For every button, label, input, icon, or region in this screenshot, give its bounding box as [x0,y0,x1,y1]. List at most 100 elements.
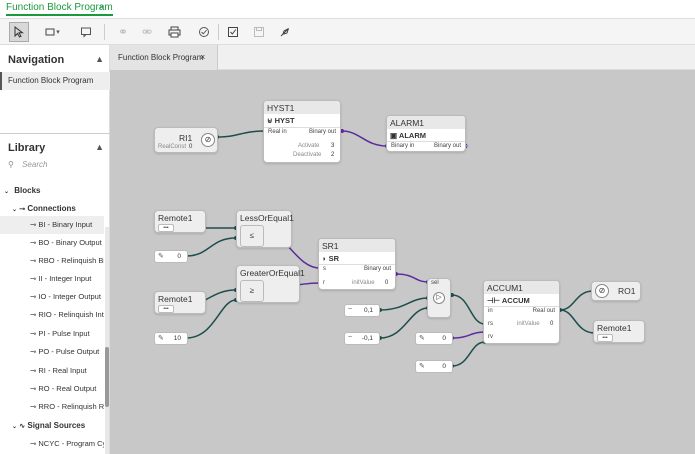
ri1-value[interactable]: 0 [189,144,192,150]
real-output-icon: ⊘ [595,284,609,298]
accum-out-label: Real out [532,308,555,314]
constant-block[interactable]: ✎ 10 [154,332,188,345]
tree-item-label: RRO - Relinquish Re [38,402,104,411]
accum-rv-label: rv [488,334,493,340]
block-title: RO1 [618,286,636,296]
constant-value[interactable]: 0 [442,363,446,370]
tree-item-ri[interactable]: ⊸ RI - Real Input [0,362,104,380]
constant-value[interactable]: 0 [177,253,181,260]
hyst-deactivate-value[interactable]: 2 [331,152,334,158]
chevron-down-icon: ⌄ [12,424,18,430]
chevron-up-icon[interactable]: ▲ [95,142,104,152]
sr-type: ◗ SR [322,254,339,263]
navigation-header[interactable]: Navigation ▲ [0,49,110,71]
wire-hyst-alarm [341,130,388,147]
block-remote1[interactable]: Remote1 ••• [593,320,645,343]
constant-value[interactable]: 0,1 [364,307,373,314]
tree-item-label: PO - Pulse Output [38,347,100,356]
comment-icon[interactable] [76,22,96,42]
link-icon[interactable]: ⚭ [113,22,133,42]
app-tab-close-icon[interactable]: × [99,2,104,12]
block-remote1[interactable]: Remote1 ••• [154,291,206,314]
connection-icon: ⊸ [19,206,26,213]
hyst-type: ⊎ HYST [267,116,295,125]
tree-item-bo[interactable]: ⊸ BO - Binary Output [0,234,104,252]
block-ri1[interactable]: RI1 RealConst 0 ⊘ [154,127,218,153]
block-title: HYST1 [264,101,340,114]
constant-value[interactable]: 10 [174,335,181,342]
app-tab-function-block-program[interactable]: Function Block Program [6,2,113,16]
chevron-down-icon[interactable]: ▾ [52,22,64,42]
unlink-icon[interactable]: ⚮ [137,22,157,42]
search-placeholder: Search [22,160,48,169]
tree-item-ncyc[interactable]: ⊸ NCYC - Program Cyc [0,435,104,453]
block-title: Remote1 [158,213,193,223]
constant-block[interactable]: ~ -0,1 [344,332,380,345]
tree-item-label: BI - Binary Input [38,220,93,229]
tree-item-label: RIO - Relinquish Inte [38,310,104,319]
close-icon[interactable]: × [200,52,205,62]
block-accum1[interactable]: ACCUM1 ⊣⊢ ACCUM in Real out rs initValue… [483,280,560,344]
pencil-icon: ✎ [419,363,425,370]
block-sel[interactable]: sel ▷ [427,278,451,318]
block-title: SR1 [319,239,395,252]
tree-blocks[interactable]: ⌄ Blocks [0,182,104,200]
tree-item-label: RBO - Relinquish Bin [38,256,104,265]
sr-init-value[interactable]: 0 [385,280,388,286]
accum-init-value[interactable]: 0 [550,321,553,327]
tree-item-bi[interactable]: ⊸ BI - Binary Input [0,216,104,234]
tab-function-block-program[interactable]: Function Block Program × [110,45,218,70]
block-title: ACCUM1 [484,281,559,294]
tree-item-ii[interactable]: ⊸ II - Integer Input [0,270,104,288]
nav-item-function-block-program[interactable]: Function Block Program [0,72,110,90]
block-sr1[interactable]: SR1 ◗ SR s Binary out r initValue 0 [318,238,396,290]
block-hyst1[interactable]: HYST1 ⊎ HYST Real in Binary out Activate… [263,100,341,163]
tree-item-io[interactable]: ⊸ IO - Integer Output [0,288,104,306]
divider [484,306,559,307]
block-alarm1[interactable]: ALARM1 ▣ ALARM Binary in Binary out [386,115,466,152]
more-icon[interactable]: ••• [158,305,174,313]
hyst-activate-value[interactable]: 3 [331,143,334,149]
more-icon[interactable]: ••• [597,334,613,342]
diagram-canvas[interactable]: RI1 RealConst 0 ⊘ HYST1 ⊎ HYST Real in B… [110,70,695,454]
check-icon[interactable] [223,22,243,42]
library-header[interactable]: Library ▲ [0,137,110,159]
select-icon[interactable] [9,22,29,42]
tree-item-rbo[interactable]: ⊸ RBO - Relinquish Bin [0,252,104,270]
chevron-up-icon[interactable]: ▲ [95,54,104,64]
toolbar-divider [218,24,219,40]
constant-block[interactable]: ✎ 0 [154,250,188,263]
deploy-icon[interactable] [275,22,295,42]
sidebar-scrollbar[interactable] [105,227,109,454]
tree-item-ro[interactable]: ⊸ RO - Real Output [0,380,104,398]
scrollbar-thumb[interactable] [105,347,109,407]
save-icon[interactable] [249,22,269,42]
block-greaterorequal1[interactable]: GreaterOrEqual1 ≥ [236,265,305,303]
tree-signal-sources[interactable]: ⌄ ∿ Signal Sources [0,417,104,435]
block-lessorequal1[interactable]: LessOrEqual1 ≤ [236,210,294,248]
accum-in-label: in [488,308,493,314]
hyst-deactivate-label: Deactivate [293,152,322,158]
block-remote1[interactable]: Remote1 ••• [154,210,206,233]
tree-item-pi[interactable]: ⊸ PI - Pulse Input [0,325,104,343]
print-icon[interactable] [164,22,184,42]
validate-icon[interactable] [194,22,214,42]
tree-item-po[interactable]: ⊸ PO - Pulse Output [0,343,104,361]
sr-s-label: s [323,266,326,272]
tree-item-label: PI - Pulse Input [38,329,90,338]
constant-value[interactable]: -0,1 [362,335,373,342]
wire-accum-remote [559,309,596,334]
nav-item-label: Function Block Program [8,76,94,85]
constant-value[interactable]: 0 [442,335,446,342]
section-divider [0,133,110,134]
library-search-input[interactable]: ⚲ Search [8,160,103,176]
tree-item-rro[interactable]: ⊸ RRO - Relinquish Re [0,398,104,416]
constant-block[interactable]: ~ 0,1 [344,304,380,317]
constant-block[interactable]: ✎ 0 [415,360,453,373]
tree-connections-label: Connections [27,204,76,213]
wire-accum-ro1 [559,290,594,311]
block-ro1[interactable]: ⊘ RO1 [591,281,641,301]
more-icon[interactable]: ••• [158,224,174,232]
tree-item-rio[interactable]: ⊸ RIO - Relinquish Inte [0,306,104,324]
constant-block[interactable]: ✎ 0 [415,332,453,345]
